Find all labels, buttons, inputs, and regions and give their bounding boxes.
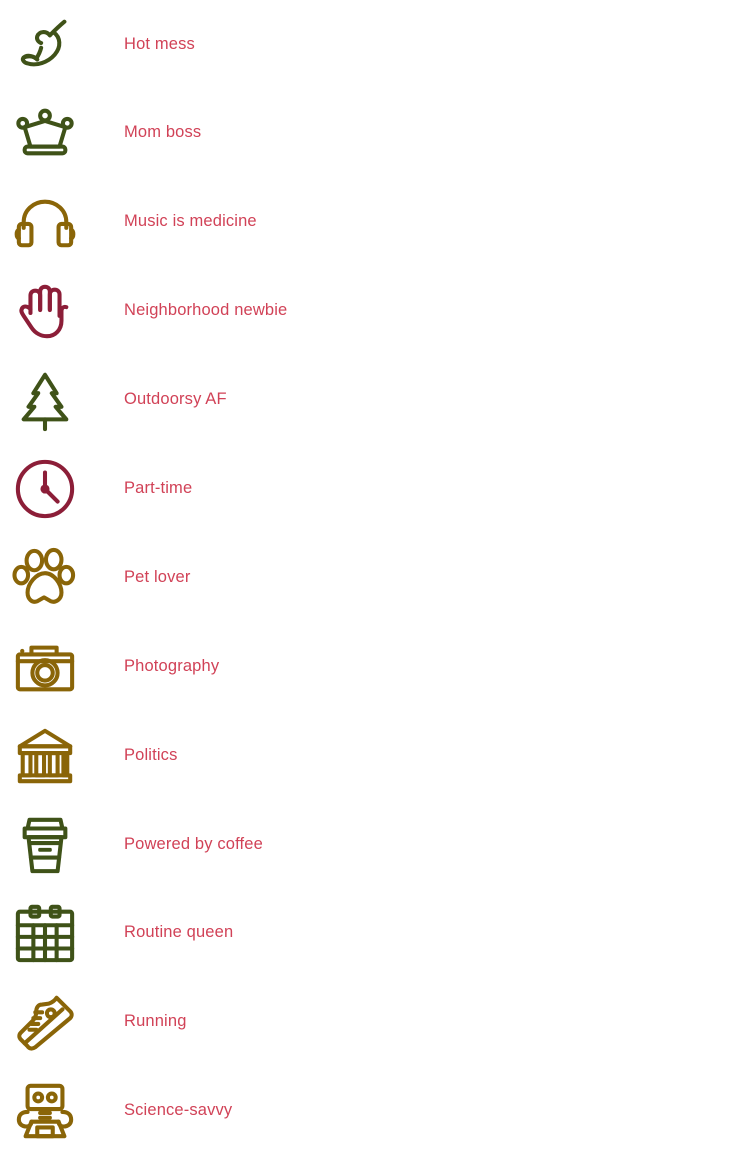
label-cell: Mom boss bbox=[90, 123, 750, 143]
list-item[interactable]: Routine queen bbox=[0, 889, 750, 978]
robot-icon bbox=[0, 1067, 90, 1156]
bank-building-icon bbox=[0, 711, 90, 800]
list-item-label: Part-time bbox=[124, 479, 193, 497]
list-item-label: Hot mess bbox=[124, 34, 195, 53]
label-cell: Outdoorsy AF bbox=[90, 390, 750, 410]
pine-tree-icon bbox=[0, 356, 90, 445]
label-cell: Science-savvy bbox=[90, 1101, 750, 1121]
tag-list: Hot mess Mom boss Music is medicine Neig… bbox=[0, 0, 750, 1156]
list-item[interactable]: Running bbox=[0, 978, 750, 1067]
crown-icon bbox=[0, 89, 90, 178]
list-item-label: Outdoorsy AF bbox=[124, 390, 227, 409]
label-cell: Music is medicine bbox=[90, 212, 750, 232]
clock-icon bbox=[0, 444, 90, 533]
list-item[interactable]: Hot mess bbox=[0, 0, 750, 89]
list-item-label: Mom boss bbox=[124, 123, 202, 142]
label-cell: Running bbox=[90, 1012, 750, 1032]
list-item-label: Science-savvy bbox=[124, 1101, 233, 1120]
headphones-icon bbox=[0, 178, 90, 267]
list-item[interactable]: Pet lover bbox=[0, 533, 750, 622]
list-item-label: Powered by coffee bbox=[124, 834, 263, 853]
label-cell: Photography bbox=[90, 657, 750, 677]
list-item[interactable]: Mom boss bbox=[0, 89, 750, 178]
list-item-label: Music is medicine bbox=[124, 212, 257, 231]
list-item[interactable]: Neighborhood newbie bbox=[0, 267, 750, 356]
list-item-label: Routine queen bbox=[124, 923, 234, 942]
list-item-label: Politics bbox=[124, 745, 178, 764]
list-item-label: Pet lover bbox=[124, 567, 191, 586]
chili-pepper-icon bbox=[0, 0, 90, 89]
list-item[interactable]: Science-savvy bbox=[0, 1067, 750, 1156]
label-cell: Hot mess bbox=[90, 35, 750, 55]
hand-wave-icon bbox=[0, 267, 90, 356]
list-item[interactable]: Music is medicine bbox=[0, 178, 750, 267]
list-item[interactable]: Part-time bbox=[0, 444, 750, 533]
paw-print-icon bbox=[0, 533, 90, 622]
label-cell: Neighborhood newbie bbox=[90, 301, 750, 321]
list-item[interactable]: Photography bbox=[0, 622, 750, 711]
camera-icon bbox=[0, 622, 90, 711]
label-cell: Pet lover bbox=[90, 568, 750, 588]
list-item-label: Photography bbox=[124, 656, 220, 675]
list-item[interactable]: Politics bbox=[0, 711, 750, 800]
label-cell: Part-time bbox=[90, 479, 750, 499]
calendar-icon bbox=[0, 889, 90, 978]
label-cell: Routine queen bbox=[90, 923, 750, 943]
sneaker-icon bbox=[0, 978, 90, 1067]
coffee-cup-icon bbox=[0, 800, 90, 889]
list-item[interactable]: Powered by coffee bbox=[0, 800, 750, 889]
label-cell: Powered by coffee bbox=[90, 835, 750, 855]
label-cell: Politics bbox=[90, 746, 750, 766]
list-item-label: Neighborhood newbie bbox=[124, 301, 288, 320]
list-item[interactable]: Outdoorsy AF bbox=[0, 356, 750, 445]
list-item-label: Running bbox=[124, 1012, 187, 1031]
